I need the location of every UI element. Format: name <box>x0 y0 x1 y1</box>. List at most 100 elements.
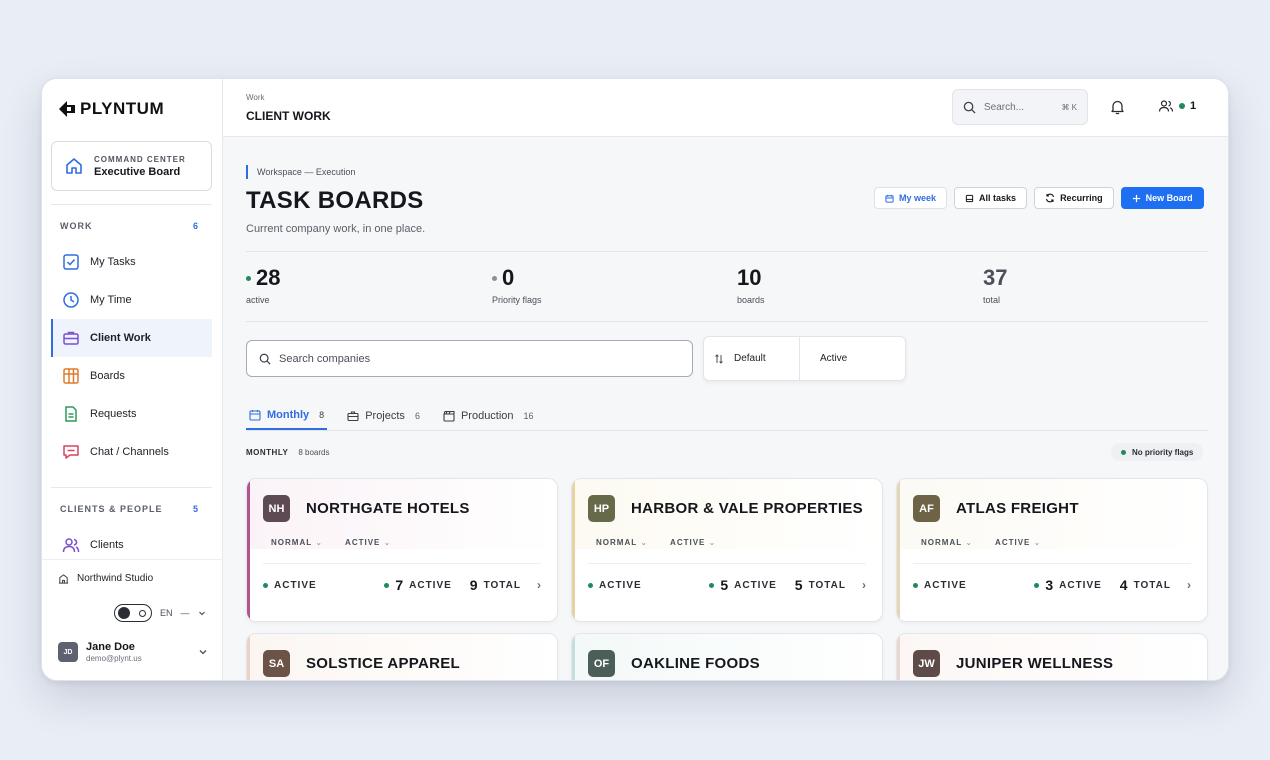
sidebar-item-label: Clients <box>90 539 124 551</box>
header-actions: My week All tasks Recurring New Board <box>874 187 1204 209</box>
search-placeholder: Search companies <box>279 352 371 365</box>
board-card[interactable]: HPHARBOR & VALE PROPERTIESNORMALACTIVEAC… <box>571 478 883 622</box>
breadcrumb[interactable]: Work <box>246 93 265 102</box>
sidebar-item-client-work[interactable]: Client Work <box>51 319 212 357</box>
clients-section-count: 5 <box>192 504 198 514</box>
all-tasks-button[interactable]: All tasks <box>954 187 1028 209</box>
active-count: 7 <box>395 577 404 593</box>
board-card[interactable]: SA SOLSTICE APPAREL <box>246 633 558 680</box>
sort-order-select[interactable]: Default <box>704 337 799 380</box>
priority-dropdown[interactable]: NORMAL <box>921 538 973 547</box>
work-section-title: WORK <box>60 221 93 231</box>
calendar-icon <box>885 194 894 203</box>
priority-dropdown[interactable]: NORMAL <box>271 538 323 547</box>
stat-total: 37 total <box>983 265 1007 305</box>
company-name: ATLAS FREIGHT <box>956 500 1079 517</box>
button-label: New Board <box>1145 193 1193 203</box>
tab-projects[interactable]: Projects 6 <box>344 402 423 430</box>
tab-count: 6 <box>414 411 420 421</box>
sidebar-item-my-time[interactable]: My Time <box>51 281 212 319</box>
board-card[interactable]: JW JUNIPER WELLNESS <box>896 633 1208 680</box>
main-content: Workspace — Execution TASK BOARDS Curren… <box>223 137 1228 680</box>
card-status: ACTIVE <box>924 579 967 591</box>
board-card[interactable]: OF OAKLINE FOODS <box>571 633 883 680</box>
chevron-right-icon[interactable]: › <box>537 578 541 592</box>
clock-icon <box>63 292 79 308</box>
tab-count: 16 <box>523 411 534 421</box>
sidebar-item-label: My Time <box>90 294 132 306</box>
plus-icon <box>1132 194 1140 202</box>
stat-label: active <box>246 295 270 305</box>
total-count-label: TOTAL <box>808 579 846 591</box>
status-dot <box>709 582 715 588</box>
page-title: TASK BOARDS <box>246 187 424 214</box>
sidebar-item-requests[interactable]: Requests <box>51 395 212 433</box>
status-filter-label: Active <box>820 353 848 364</box>
status-filter-select[interactable]: Active <box>799 337 905 380</box>
status-dot <box>1121 449 1126 455</box>
card-tags: NORMAL ACTIVE <box>271 538 391 547</box>
priority-dropdown[interactable]: NORMAL <box>596 538 648 547</box>
button-label: Recurring <box>1060 193 1103 203</box>
language-select[interactable]: EN <box>160 608 173 618</box>
status-dropdown[interactable]: ACTIVE <box>670 538 716 547</box>
brand-logo[interactable]: PLYNTUM <box>58 99 164 119</box>
sidebar-item-label: Chat / Channels <box>90 446 169 458</box>
sidebar-item-boards[interactable]: Boards <box>51 357 212 395</box>
my-week-button[interactable]: My week <box>874 187 948 209</box>
brand-name: PLYNTUM <box>80 99 165 118</box>
app-window: PLYNTUM COMMAND CENTER Executive Board W… <box>41 78 1229 681</box>
sidebar-item-label: Client Work <box>90 332 151 344</box>
chevron-down-icon[interactable] <box>198 609 206 617</box>
new-board-button[interactable]: New Board <box>1120 187 1204 209</box>
status-dot <box>384 582 390 588</box>
tab-production[interactable]: Production 16 <box>440 402 537 430</box>
search-companies-input[interactable]: Search companies <box>246 340 693 377</box>
tab-label: Monthly <box>267 409 310 421</box>
stat-active: 28 active <box>246 265 280 305</box>
workspace-switcher[interactable]: Northwind Studio <box>58 573 153 584</box>
sidebar-item-my-tasks[interactable]: My Tasks <box>51 243 212 281</box>
status-dropdown[interactable]: ACTIVE <box>995 538 1041 547</box>
chevron-right-icon[interactable]: › <box>862 578 866 592</box>
chevron-right-icon[interactable]: › <box>1187 578 1191 592</box>
company-name: JUNIPER WELLNESS <box>956 655 1114 672</box>
recurring-button[interactable]: Recurring <box>1034 187 1114 209</box>
clients-section-title: CLIENTS & PEOPLE <box>60 504 163 514</box>
building-icon <box>58 574 69 584</box>
status-dropdown[interactable]: ACTIVE <box>345 538 391 547</box>
tab-label: Projects <box>365 410 405 422</box>
divider <box>42 559 223 560</box>
bell-icon[interactable] <box>1110 99 1125 115</box>
online-users-button[interactable]: 1 <box>1158 99 1196 113</box>
chevron-down-icon[interactable] <box>198 647 208 657</box>
global-search-input[interactable]: Search... ⌘ K <box>952 89 1088 125</box>
briefcase-icon <box>63 331 79 345</box>
status-dot <box>263 582 268 588</box>
company-name: OAKLINE FOODS <box>631 655 760 672</box>
company-avatar: JW <box>913 650 940 677</box>
tab-monthly[interactable]: Monthly 8 <box>246 402 328 430</box>
sort-arrows-icon <box>715 353 723 364</box>
sidebar-item-label: Requests <box>90 408 137 420</box>
people-icon <box>62 538 80 553</box>
badge-label: No priority flags <box>1132 447 1194 457</box>
board-card[interactable]: AFATLAS FREIGHTNORMALACTIVEACTIVE3ACTIVE… <box>896 478 1208 622</box>
user-menu[interactable]: JD Jane Doe demo@plynt.us <box>58 641 208 663</box>
people-icon <box>1158 100 1174 112</box>
card-tags: NORMAL ACTIVE <box>921 538 1041 547</box>
tab-label: Production <box>460 410 514 422</box>
page-subtitle: Current company work, in one place. <box>246 223 426 235</box>
command-center-card[interactable]: COMMAND CENTER Executive Board <box>51 141 212 191</box>
card-tags: NORMAL ACTIVE <box>596 538 716 547</box>
section-title: MONTHLY <box>246 448 289 457</box>
board-card[interactable]: NHNORTHGATE HOTELSNORMALACTIVEACTIVE7ACT… <box>246 478 558 622</box>
stat-priority-flags: 0 Priority flags <box>492 265 542 305</box>
divider <box>246 430 1208 431</box>
total-count-label: TOTAL <box>1133 579 1171 591</box>
sidebar-item-chat-channels[interactable]: Chat / Channels <box>51 433 212 471</box>
company-avatar: NH <box>263 495 290 522</box>
status-dot <box>246 275 251 281</box>
theme-toggle[interactable] <box>114 604 152 622</box>
total-count-label: TOTAL <box>483 579 521 591</box>
